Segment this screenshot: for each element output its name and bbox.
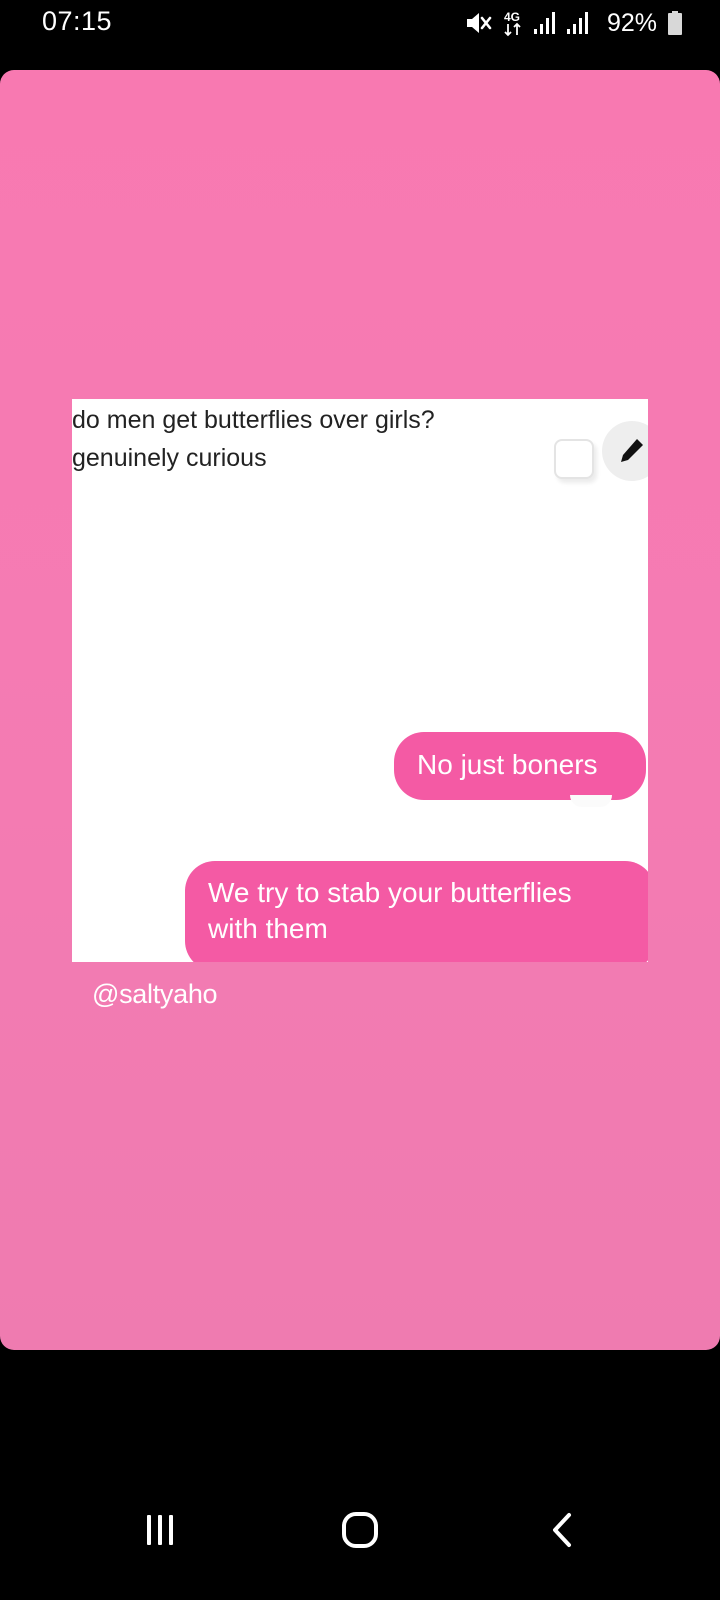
navigation-bar [0,1490,720,1570]
network-4g-icon: 4G [502,9,524,37]
back-icon [553,1513,571,1547]
recents-button[interactable] [100,1490,220,1570]
reply-bubble-2-line-2: with them [208,913,328,944]
status-icons: 4G 92% [465,8,682,38]
home-button[interactable] [300,1490,420,1570]
watermark-text: @saltyaho [92,979,218,1009]
reply-bubble-1-text: No just boners [417,749,598,780]
bubble-shadow [570,795,612,807]
question-line-2: genuinely curious [72,444,267,472]
question-line-1: do men get butterflies over girls? [72,406,435,434]
signal-icon [533,11,557,35]
recents-icon [147,1515,173,1545]
battery-percent: 92% [606,8,657,37]
reply-bubble-2-line-1: We try to stab your butterflies [208,877,572,908]
battery-icon [668,11,682,35]
reply-bubble-1: No just boners [394,732,646,800]
back-button[interactable] [502,1490,622,1570]
network-label: 4G [504,10,520,24]
mute-icon [465,10,493,36]
edit-pencil-icon [602,421,648,481]
signal-icon [566,11,590,35]
chat-screenshot-image[interactable]: do men get butterflies over girls? genui… [72,399,648,962]
image-viewer-card[interactable]: do men get butterflies over girls? genui… [0,70,720,1350]
status-time: 07:15 [42,6,113,36]
status-bar: 07:15 4G 92% [0,0,720,48]
reply-bubble-2: We try to stab your butterflies with the… [185,861,648,962]
checkbox-icon [554,439,594,479]
home-icon [342,1512,378,1548]
question-text: do men get butterflies over girls? genui… [72,401,542,477]
